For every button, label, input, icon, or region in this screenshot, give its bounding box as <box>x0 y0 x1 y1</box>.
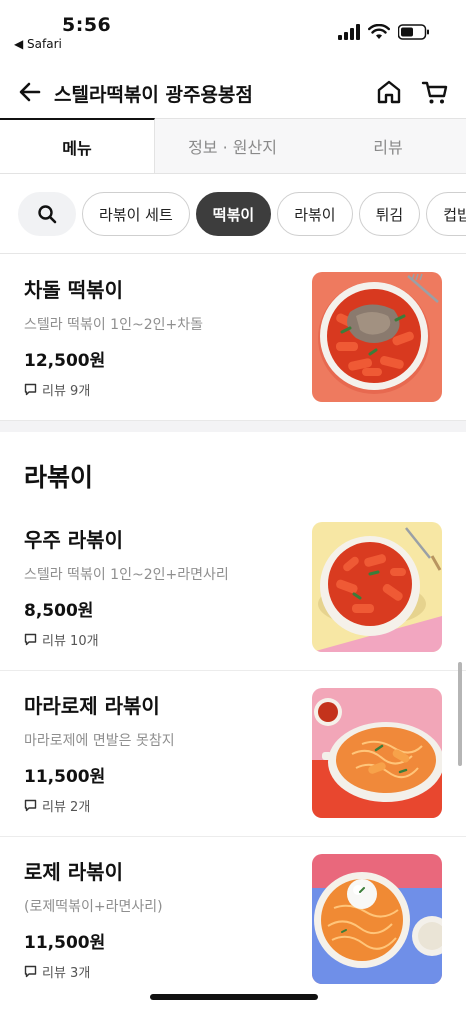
item-description: (로제떡볶이+라면사리) <box>24 899 163 915</box>
rose-rabokki-photo <box>312 854 442 984</box>
chadol-tteokbokki-photo <box>312 272 442 402</box>
tab-reviews[interactable]: 리뷰 <box>310 118 466 173</box>
home-indicator[interactable] <box>150 994 318 1000</box>
item-price: 12,500원 <box>24 351 106 371</box>
menu-search-button[interactable] <box>18 192 76 236</box>
menu-item[interactable]: 로제 라볶이 (로제떡볶이+라면사리) 11,500원 리뷰 3개 <box>0 836 466 1002</box>
comment-icon <box>24 965 37 978</box>
back-to-safari-link[interactable]: ◀ Safari <box>14 37 62 51</box>
comment-icon <box>24 383 37 396</box>
store-tabs: 메뉴 정보 · 원산지 리뷰 <box>0 118 466 174</box>
scrollbar[interactable] <box>458 662 462 766</box>
item-name: 차돌 떡볶이 <box>24 278 123 302</box>
search-icon <box>38 205 57 224</box>
wifi-icon <box>368 24 390 39</box>
tab-menu[interactable]: 메뉴 <box>0 118 155 173</box>
item-review-count: 리뷰 9개 <box>24 380 90 399</box>
item-description: 스텔라 떡볶이 1인~2인+차돌 <box>24 317 203 333</box>
menu-item[interactable]: 차돌 떡볶이 스텔라 떡볶이 1인~2인+차돌 12,500원 리뷰 9개 <box>0 254 466 420</box>
review-count-label: 리뷰 10개 <box>42 634 99 649</box>
status-time: 5:56 <box>62 14 112 36</box>
store-header: 스텔라떡볶이 광주용봉점 <box>0 68 466 116</box>
review-count-label: 리뷰 2개 <box>42 800 91 815</box>
item-description: 스텔라 떡볶이 1인~2인+라면사리 <box>24 567 229 583</box>
menu-item[interactable]: 마라로제 라볶이 마라로제에 면발은 못참지 11,500원 리뷰 2개 <box>0 670 466 836</box>
chip-rabokki-set[interactable]: 라볶이 세트 <box>82 192 190 236</box>
item-name: 마라로제 라볶이 <box>24 694 160 718</box>
chip-cupbap[interactable]: 컵밥 <box>426 192 466 236</box>
chip-rabokki[interactable]: 라볶이 <box>277 192 353 236</box>
item-review-count: 리뷰 3개 <box>24 962 90 981</box>
store-title: 스텔라떡볶이 광주용봉점 <box>54 84 253 106</box>
chip-twigim[interactable]: 튀김 <box>358 192 421 236</box>
item-price: 8,500원 <box>24 601 94 621</box>
chip-tteokbokki[interactable]: 떡볶이 <box>195 192 272 236</box>
item-description: 마라로제에 면발은 못참지 <box>24 733 175 749</box>
item-name: 우주 라볶이 <box>24 528 123 552</box>
signal-icon <box>338 24 360 40</box>
tab-info-origin[interactable]: 정보 · 원산지 <box>155 118 310 173</box>
comment-icon <box>24 799 37 812</box>
item-review-count: 리뷰 2개 <box>24 796 90 815</box>
category-chips: 라볶이 세트 떡볶이 라볶이 튀김 컵밥 <box>0 190 466 240</box>
battery-icon <box>398 24 429 40</box>
status-icons <box>338 24 430 40</box>
comment-icon <box>24 633 37 646</box>
status-bar: 5:56 ◀ Safari <box>0 0 466 60</box>
item-name: 로제 라볶이 <box>24 860 123 884</box>
item-price: 11,500원 <box>24 933 106 953</box>
item-price: 11,500원 <box>24 767 106 787</box>
uju-rabokki-photo <box>312 522 442 652</box>
review-count-label: 리뷰 9개 <box>42 384 91 399</box>
item-review-count: 리뷰 10개 <box>24 630 99 649</box>
menu-item[interactable]: 우주 라볶이 스텔라 떡볶이 1인~2인+라면사리 8,500원 리뷰 10개 <box>0 504 466 670</box>
section-title-rabokki: 라볶이 <box>24 463 94 492</box>
home-icon[interactable] <box>374 77 404 107</box>
review-count-label: 리뷰 3개 <box>42 966 91 981</box>
mala-rose-rabokki-photo <box>312 688 442 818</box>
back-arrow-icon[interactable] <box>16 78 44 106</box>
cart-icon[interactable] <box>420 77 450 107</box>
section-separator <box>0 420 466 432</box>
